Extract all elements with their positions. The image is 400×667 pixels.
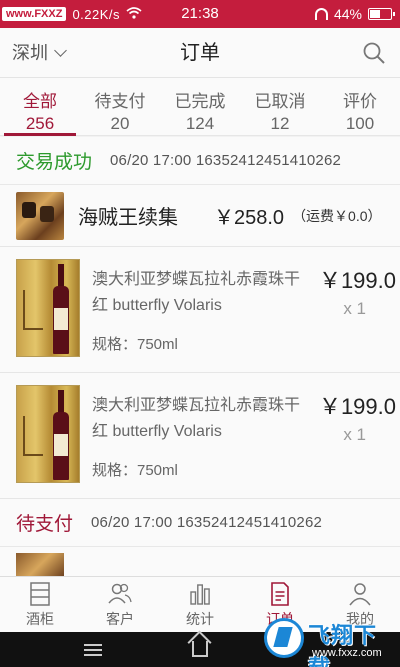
- item-spec: 规格：750ml: [92, 336, 178, 353]
- order-item[interactable]: 澳大利亚梦蝶瓦拉礼赤霞珠干红 butterfly Volaris ￥199.0 …: [0, 373, 400, 499]
- tab-count: 12: [270, 114, 290, 133]
- wine-cabinet-icon: [30, 582, 50, 606]
- menu-icon[interactable]: [84, 644, 102, 656]
- tab-label: 已完成: [174, 92, 226, 111]
- tab-reviews[interactable]: 评价 100: [320, 78, 400, 135]
- home-icon[interactable]: [192, 641, 208, 657]
- item-quantity: x 1: [343, 299, 366, 318]
- wine-bottle-image: [16, 385, 80, 483]
- tab-cancelled[interactable]: 已取消 12: [240, 78, 320, 135]
- screen: www.FXXZ 0.22K/s 21:38 44% 深圳 订单 全部 256: [0, 0, 400, 667]
- profile-icon: [349, 583, 371, 606]
- bottom-tab-label: 酒柜: [26, 611, 54, 627]
- order-total: ￥258.0: [214, 207, 285, 229]
- order-header[interactable]: 待支付 06/20 17:00 16352412451410262: [0, 499, 400, 547]
- order-summary-row[interactable]: [0, 547, 400, 576]
- product-thumbnail: [16, 553, 64, 576]
- order-meta: 06/20 17:00 16352412451410262: [91, 514, 323, 531]
- tab-count: 100: [345, 114, 375, 133]
- order-tabs: 全部 256 待支付 20 已完成 124 已取消 12 评价 100: [0, 78, 400, 136]
- bottom-tab-label: 统计: [186, 611, 214, 627]
- shipping-fee: （运费￥0.0）: [292, 207, 382, 224]
- product-thumbnail: [16, 191, 64, 240]
- order-meta: 06/20 17:00 16352412451410262: [110, 152, 342, 169]
- headset-icon: [314, 8, 328, 20]
- tab-label: 全部: [23, 92, 57, 111]
- tab-pending-payment[interactable]: 待支付 20: [80, 78, 160, 135]
- tab-count: 20: [110, 114, 130, 133]
- bottom-tab-stats[interactable]: 统计: [160, 577, 240, 632]
- order-header[interactable]: 交易成功 06/20 17:00 16352412451410262: [0, 137, 400, 185]
- order-summary-row[interactable]: 海贼王续集 ￥258.0 （运费￥0.0）: [0, 185, 400, 247]
- item-price: ￥199.0: [318, 268, 396, 293]
- order-item[interactable]: 澳大利亚梦蝶瓦拉礼赤霞珠干红 butterfly Volaris ￥199.0 …: [0, 247, 400, 373]
- order-status: 交易成功: [16, 152, 93, 173]
- item-title: 澳大利亚梦蝶瓦拉礼赤霞珠干红 butterfly Volaris: [92, 271, 301, 314]
- orders-icon: [271, 582, 289, 606]
- tab-all[interactable]: 全部 256: [0, 78, 80, 136]
- item-title: 澳大利亚梦蝶瓦拉礼赤霞珠干红 butterfly Volaris: [92, 397, 301, 440]
- order-status: 待支付: [16, 514, 74, 535]
- item-price: ￥199.0: [318, 394, 396, 419]
- bottom-tab-wine-cabinet[interactable]: 酒柜: [0, 577, 80, 632]
- customers-icon: [108, 583, 132, 604]
- shop-name: 海贼王续集: [78, 207, 178, 229]
- bottom-tab-label: 客户: [106, 611, 134, 627]
- battery-icon: [368, 8, 395, 20]
- watermark-url: www.fxxz.com: [312, 647, 382, 659]
- bottom-tab-customers[interactable]: 客户: [80, 577, 160, 632]
- tab-label: 评价: [343, 92, 377, 111]
- item-quantity: x 1: [343, 425, 366, 444]
- page-title: 订单: [180, 42, 220, 64]
- search-icon[interactable]: [362, 41, 386, 65]
- item-spec: 规格：750ml: [92, 462, 178, 479]
- tab-count: 256: [25, 114, 55, 133]
- status-bar: www.FXXZ 0.22K/s 21:38 44%: [0, 0, 400, 28]
- tab-label: 已取消: [254, 92, 306, 111]
- tab-count: 124: [185, 114, 215, 133]
- nav-bar: 深圳 订单: [0, 28, 400, 78]
- watermark-brand: 飞翔下载: [308, 623, 378, 667]
- watermark-logo-icon: [264, 618, 304, 658]
- wine-bottle-image: [16, 259, 80, 357]
- watermark: 飞翔下载 www.fxxz.com: [262, 614, 398, 667]
- tab-label: 待支付: [94, 92, 146, 111]
- tab-completed[interactable]: 已完成 124: [160, 78, 240, 135]
- stats-icon: [190, 584, 210, 605]
- order-list: 交易成功 06/20 17:00 16352412451410262 海贼王续集…: [0, 137, 400, 576]
- battery-percent: 44%: [333, 6, 362, 22]
